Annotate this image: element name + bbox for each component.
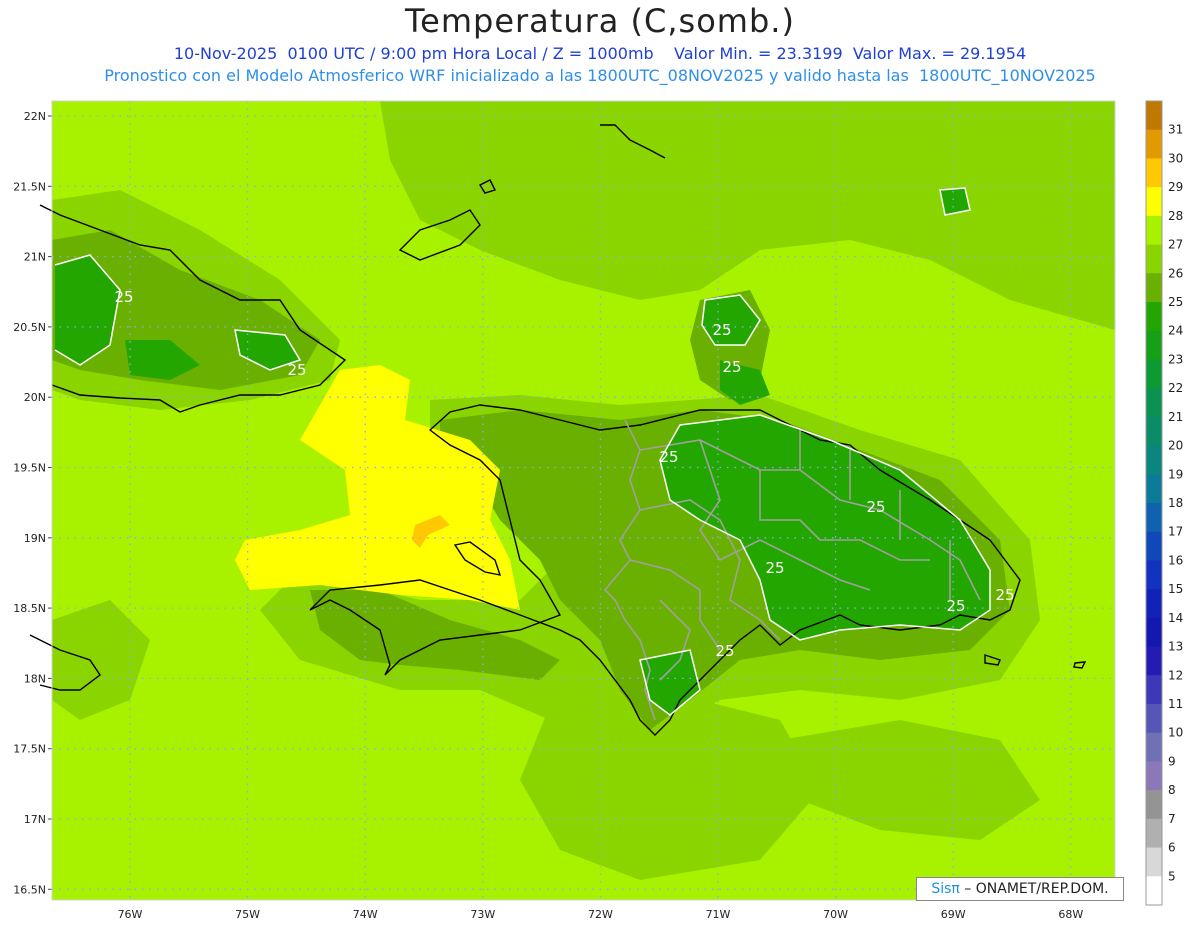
colorbar-label: 29 [1168,180,1183,194]
contour-label: 25 [712,321,731,339]
colorbar-swatch [1146,158,1162,188]
lon-label: 68W [1058,908,1083,921]
colorbar-label: 22 [1168,381,1183,395]
lat-label: 20.5N [13,321,46,334]
color-scale-bar: 31 30 29 28 27 26 25 24 23 22 21 20 19 18 17 16 15 14 13 12… [1145,100,1183,906]
temperature-map: 25 25 25 25 25 25 25 25 25 25 22N 21.5N 21N 20.5N 20N… [13,100,1183,921]
latitude-labels: 22N 21.5N 21N 20.5N 20N 19.5N 19N 18.5N 18N 17.5N… [13,110,52,896]
lat-label: 19.5N [13,462,46,475]
lat-label: 20N [24,391,46,404]
colorbar-label: 12 [1168,668,1183,682]
colorbar-swatch [1146,704,1162,734]
colorbar-swatch [1146,187,1162,217]
colorbar-swatch [1146,847,1162,877]
colorbar-swatch [1146,531,1162,561]
colorbar-swatch [1146,589,1162,619]
contour-label: 25 [722,358,741,376]
colorbar-label: 13 [1168,640,1183,654]
contour-label: 25 [659,448,678,466]
colorbar-label: 8 [1168,783,1176,797]
colorbar-label: 6 [1168,841,1176,855]
colorbar-label: 24 [1168,324,1183,338]
contour-label: 25 [946,597,965,615]
lat-label: 16.5N [13,883,46,896]
lat-label: 19N [24,532,46,545]
contour-label: 25 [995,586,1014,604]
colorbar-swatch [1146,215,1162,246]
lat-label: 22N [24,110,46,123]
lon-label: 70W [823,908,848,921]
colorbar-swatch [1146,876,1162,906]
colorbar-label: 15 [1168,582,1183,596]
colorbar-swatch [1146,359,1162,389]
contour-label: 25 [866,498,885,516]
colorbar-label: 28 [1168,209,1183,223]
colorbar-swatch [1146,416,1162,447]
longitude-labels: 76W 75W 74W 73W 72W 71W 70W 69W 68W [118,908,1084,921]
colorbar-label: 25 [1168,295,1183,309]
colorbar-label: 31 [1168,123,1183,137]
lat-label: 17.5N [13,743,46,756]
sispi-logo: Sisπ [931,881,960,897]
lat-label: 21N [24,251,46,264]
colorbar-label: 20 [1168,439,1183,453]
colorbar-swatch [1146,129,1162,159]
contour-label: 25 [765,559,784,577]
credit-box: Sisπ – ONAMET/REP.DOM. [916,877,1124,901]
colorbar-label: 23 [1168,352,1183,366]
colorbar-swatch [1146,302,1162,332]
lon-label: 74W [353,908,378,921]
colorbar-label: 21 [1168,410,1183,424]
credit-text: – ONAMET/REP.DOM. [959,881,1109,897]
colorbar-swatch [1146,761,1162,791]
colorbar-swatch [1146,790,1162,820]
colorbar-label: 18 [1168,496,1183,510]
colorbar-label: 10 [1168,726,1183,740]
lat-label: 17N [24,813,46,826]
colorbar-swatch [1146,732,1162,762]
colorbar-swatch [1146,646,1162,676]
colorbar-swatch [1146,474,1162,504]
lon-label: 75W [235,908,260,921]
colorbar-swatch [1146,503,1162,533]
colorbar-label: 7 [1168,812,1176,826]
lon-label: 76W [118,908,143,921]
lat-label: 21.5N [13,180,46,193]
lon-label: 72W [588,908,613,921]
contour-label: 25 [715,642,734,660]
lon-label: 71W [706,908,731,921]
colorbar-label: 26 [1168,266,1183,280]
colorbar-label: 27 [1168,238,1183,252]
lat-label: 18.5N [13,602,46,615]
colorbar-swatch [1146,330,1162,360]
colorbar-swatch [1146,273,1162,303]
lat-label: 18N [24,672,46,685]
colorbar-swatch [1146,388,1162,418]
lon-label: 73W [470,908,495,921]
lon-label: 69W [941,908,966,921]
colorbar-label: 16 [1168,553,1183,567]
colorbar-label: 19 [1168,467,1183,481]
colorbar-label: 30 [1168,151,1183,165]
colorbar-swatch [1146,818,1162,849]
colorbar-swatch [1146,560,1162,590]
contour-label: 25 [114,288,133,306]
colorbar-swatch [1146,617,1162,648]
colorbar-swatch [1146,445,1162,475]
colorbar-label: 9 [1168,754,1176,768]
colorbar-swatch [1146,675,1162,705]
colorbar-label: 11 [1168,697,1183,711]
contour-label: 25 [287,361,306,379]
colorbar-label: 5 [1168,869,1176,883]
colorbar-label: 17 [1168,525,1183,539]
colorbar-swatch [1146,101,1162,131]
colorbar-label: 14 [1168,611,1183,625]
colorbar-swatch [1146,244,1162,274]
